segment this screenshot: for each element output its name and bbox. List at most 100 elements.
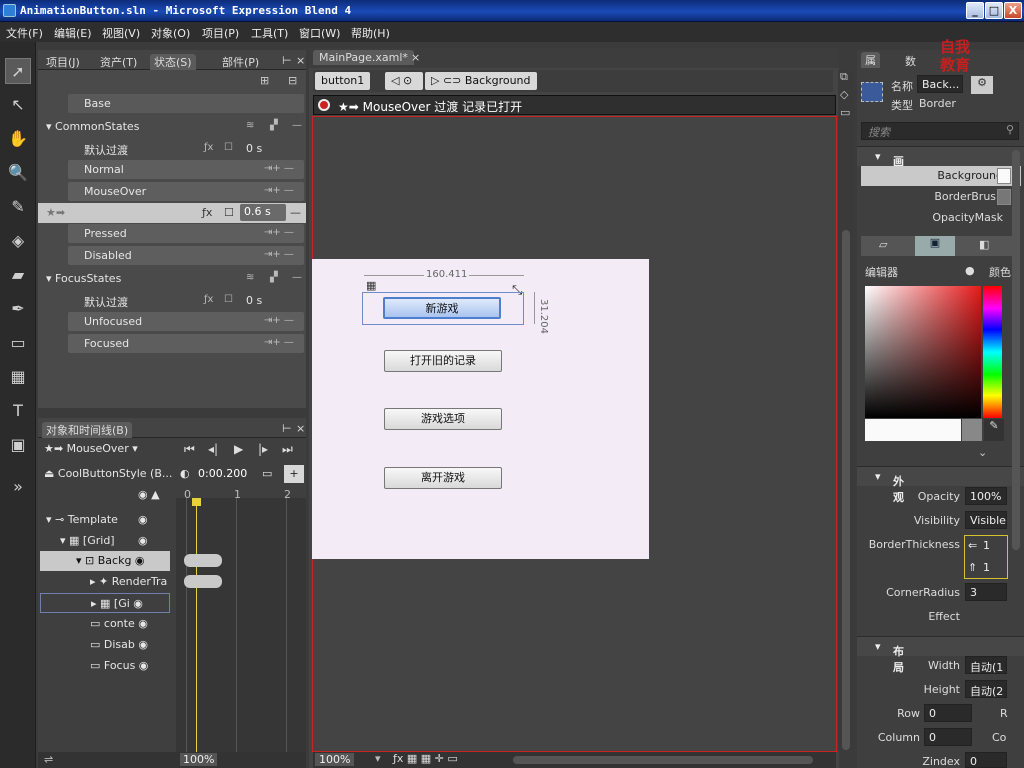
add-transition-icon[interactable]: ⇥+ — (264, 185, 294, 196)
remove-transition-icon[interactable]: — (290, 206, 301, 219)
menu-edit[interactable]: 编辑(E) (54, 25, 92, 41)
default-transition-duration[interactable]: 0 s (246, 294, 262, 307)
state-base[interactable]: Base (68, 94, 304, 113)
add-state-group-icon[interactable]: ⊞ (260, 74, 269, 87)
asset-library-icon[interactable]: » (5, 474, 31, 500)
keyframe-segment[interactable] (184, 575, 222, 588)
zoom-tool-icon[interactable]: 🔍 (5, 160, 31, 186)
transition-duration-input[interactable]: 0.6 s (240, 204, 286, 221)
eye-icon[interactable]: ◉ (138, 534, 148, 547)
menu-help[interactable]: 帮助(H) (351, 25, 390, 41)
record-icon[interactable] (318, 99, 330, 111)
selected-transition-row[interactable]: ★➡ ƒx ☐ 0.6 s — (38, 203, 306, 223)
tab-states[interactable]: 状态(S) (150, 54, 196, 70)
brush-opacitymask[interactable]: OpacityMask (861, 208, 1021, 228)
zoom-selector[interactable]: 100% (315, 753, 355, 766)
time-display[interactable]: 0:00.200 (198, 467, 247, 480)
menu-view[interactable]: 视图(V) (102, 25, 140, 41)
state-focused[interactable]: Focused ⇥+ — (68, 334, 304, 353)
horizontal-scrollbar[interactable] (513, 756, 813, 764)
no-brush-icon[interactable]: ▱ (879, 238, 887, 251)
remove-group-icon[interactable]: — (292, 272, 302, 283)
tree-background-selected[interactable]: ▾ ⊡ Backg ◉ (40, 551, 170, 571)
search-box[interactable]: 搜索 ⚲ (861, 122, 1019, 140)
brush-borderbrush-swatch[interactable] (997, 189, 1011, 205)
menu-file[interactable]: 文件(F) (6, 25, 43, 41)
tab-parts[interactable]: 部件(P) (222, 54, 259, 70)
keyframe-segment[interactable] (184, 554, 222, 567)
eyedropper-icon[interactable]: ✎ (984, 419, 1004, 441)
transition-effect-icon[interactable]: ≋ (246, 272, 254, 283)
playhead-handle[interactable] (192, 498, 201, 506)
easing-box-icon[interactable]: ☐ (224, 294, 233, 305)
add-keyframe-icon[interactable]: + (284, 465, 304, 483)
section-brushes[interactable]: ▾ 画笔 (857, 146, 1024, 184)
selection-tool-icon[interactable]: ➚ (5, 58, 31, 84)
open-record-button[interactable]: 打开旧的记录 (384, 350, 502, 372)
reorder-icon[interactable]: ⇌ (44, 753, 53, 766)
tab-mainpage[interactable]: MainPage.xaml* (313, 50, 414, 65)
fluid-layout-icon[interactable]: ▞ (270, 120, 278, 131)
borderthickness-top-input[interactable]: 1 (983, 561, 990, 574)
tree-focus[interactable]: ▭ Focus ◉ (90, 659, 148, 672)
default-transition-duration[interactable]: 0 s (246, 142, 262, 155)
tab-projects[interactable]: 项目(J) (46, 54, 80, 70)
add-transition-icon[interactable]: ⇥+ — (264, 227, 294, 238)
close-button[interactable]: X (1004, 2, 1022, 19)
color-tab[interactable]: 颜色 (989, 264, 1011, 280)
eye-icon[interactable]: ◉ (138, 513, 148, 526)
panel-close-icon[interactable]: × (296, 422, 305, 435)
easing-function-icon[interactable]: ƒx (202, 206, 212, 219)
last-frame-icon[interactable]: ⏭ (282, 442, 293, 457)
tree-template[interactable]: ▾ ⊸ Template ◉ (46, 513, 148, 526)
easing-box-icon[interactable]: ☐ (224, 206, 234, 219)
tree-disabled[interactable]: ▭ Disab ◉ (90, 638, 148, 651)
add-transition-icon[interactable]: ⇥+ — (264, 249, 294, 260)
row-input[interactable]: 0 (924, 704, 972, 722)
tree-grid[interactable]: ▾ ▦ [Grid] ◉ (60, 534, 148, 547)
breadcrumb-background[interactable]: ▷ ⊂⊃ Background (425, 72, 537, 90)
menu-window[interactable]: 窗口(W) (299, 25, 340, 41)
visibility-select[interactable]: Visible (965, 511, 1007, 529)
artboard[interactable]: 160.411 31.204 ▦ ⤡ 新游戏 打开旧的记录 游戏选项 离开游戏 (312, 259, 649, 559)
brush-transform-tool-icon[interactable]: ▰ (5, 262, 31, 288)
section-appearance[interactable]: ▾ 外观 (857, 466, 1024, 504)
maximize-button[interactable]: □ (985, 2, 1003, 19)
state-group-common[interactable]: ▾ CommonStates ≋ ▞ — (38, 117, 306, 137)
layout-icon[interactable]: ▦ (366, 279, 376, 292)
tab-close-icon[interactable]: × (411, 51, 420, 64)
editor-tab[interactable]: 编辑器 (865, 264, 898, 280)
add-transition-icon[interactable]: ⇥+ — (264, 315, 294, 326)
pin-icon[interactable]: ⊢ (282, 422, 292, 435)
template-icon[interactable]: ◁ ⊙ (385, 72, 423, 90)
solid-brush-icon[interactable]: ▣ (915, 236, 955, 256)
eyedropper-dot-icon[interactable]: ● (965, 264, 975, 277)
snap-icon[interactable]: ▭ (262, 467, 272, 480)
fluid-layout-icon[interactable]: ▞ (270, 272, 278, 283)
add-transition-icon[interactable]: ⊟ (288, 74, 297, 87)
exit-game-button[interactable]: 离开游戏 (384, 467, 502, 489)
playhead[interactable] (196, 498, 197, 752)
timeline-zoom[interactable]: 100% (180, 753, 218, 766)
hue-slider[interactable] (983, 286, 1002, 418)
tree-render-transform[interactable]: ▸ ✦ RenderTra (90, 575, 167, 588)
tab-data[interactable]: 数 (905, 53, 916, 69)
style-scope[interactable]: ⏏ CoolButtonStyle (B... (44, 467, 172, 480)
tab-properties[interactable]: 属 (861, 52, 880, 68)
easing-box-icon[interactable]: ☐ (224, 142, 233, 153)
storyboard-picker[interactable]: ★➡ MouseOver ▾ (44, 442, 138, 455)
code-view-icon[interactable]: ◇ (840, 88, 848, 101)
game-options-button[interactable]: 游戏选项 (384, 408, 502, 430)
panel-close-icon[interactable]: × (296, 54, 305, 67)
search-icon[interactable]: ⚲ (1006, 123, 1014, 136)
borderthickness-left-input[interactable]: 1 (983, 539, 990, 552)
column-input[interactable]: 0 (924, 728, 972, 746)
color-picker-area[interactable] (865, 286, 981, 418)
zoom-dropdown-icon[interactable]: ▾ (375, 752, 381, 765)
gradient-brush-icon[interactable]: ◧ (979, 238, 989, 251)
tab-assets[interactable]: 资产(T) (100, 54, 137, 70)
width-input[interactable]: 自动(1 (965, 656, 1007, 674)
pin-icon[interactable]: ⊢ (282, 54, 292, 67)
menu-object[interactable]: 对象(O) (151, 25, 190, 41)
menu-tools[interactable]: 工具(T) (251, 25, 288, 41)
